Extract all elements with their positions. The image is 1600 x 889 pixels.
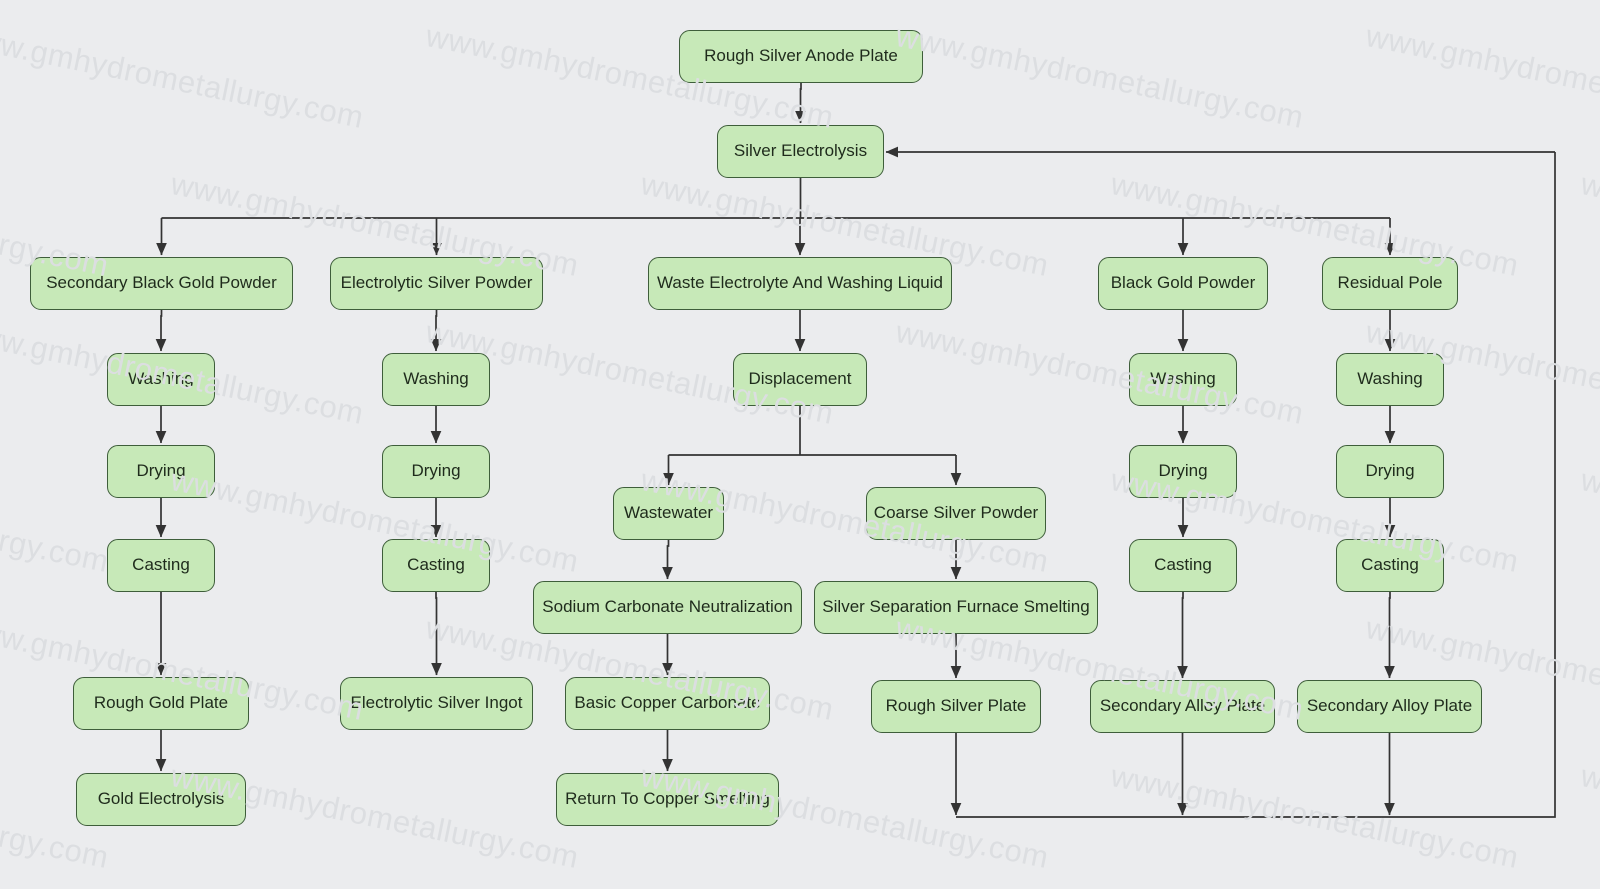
- node-casting_3[interactable]: Casting: [1129, 539, 1237, 592]
- node-rough_silver_plate[interactable]: Rough Silver Plate: [871, 680, 1041, 733]
- node-label: Secondary Black Gold Powder: [46, 274, 277, 293]
- node-label: Washing: [1357, 370, 1423, 389]
- node-label: Silver Electrolysis: [734, 142, 867, 161]
- node-label: Drying: [411, 462, 460, 481]
- node-waste_electrolyte_and_washing_liquid[interactable]: Waste Electrolyte And Washing Liquid: [648, 257, 952, 310]
- node-label: Secondary Alloy Plate: [1307, 697, 1472, 716]
- node-label: Silver Separation Furnace Smelting: [822, 598, 1089, 617]
- node-electrolytic_silver_ingot[interactable]: Electrolytic Silver Ingot: [340, 677, 533, 730]
- node-sodium_carbonate_neutralization[interactable]: Sodium Carbonate Neutralization: [533, 581, 802, 634]
- node-label: Washing: [128, 370, 194, 389]
- node-rough_gold_plate[interactable]: Rough Gold Plate: [73, 677, 249, 730]
- node-washing_2[interactable]: Washing: [382, 353, 490, 406]
- node-label: Drying: [1158, 462, 1207, 481]
- node-rough_silver_anode_plate[interactable]: Rough Silver Anode Plate: [679, 30, 923, 83]
- node-washing_1[interactable]: Washing: [107, 353, 215, 406]
- node-return_to_copper_smelting[interactable]: Return To Copper Smelting: [556, 773, 779, 826]
- node-electrolytic_silver_powder[interactable]: Electrolytic Silver Powder: [330, 257, 543, 310]
- node-label: Casting: [1154, 556, 1212, 575]
- node-label: Secondary Alloy Plate: [1100, 697, 1265, 716]
- node-silver_electrolysis[interactable]: Silver Electrolysis: [717, 125, 884, 178]
- node-label: Waste Electrolyte And Washing Liquid: [657, 274, 943, 293]
- node-label: Coarse Silver Powder: [874, 504, 1038, 523]
- node-wastewater[interactable]: Wastewater: [613, 487, 724, 540]
- node-label: Washing: [1150, 370, 1216, 389]
- edge-electrolytic_silver_powder-to-washing_2: [436, 310, 437, 351]
- node-label: Gold Electrolysis: [98, 790, 225, 809]
- node-label: Basic Copper Carbonate: [574, 694, 760, 713]
- node-casting_2[interactable]: Casting: [382, 539, 490, 592]
- node-drying_2[interactable]: Drying: [382, 445, 490, 498]
- node-drying_4[interactable]: Drying: [1336, 445, 1444, 498]
- node-label: Drying: [136, 462, 185, 481]
- node-label: Casting: [132, 556, 190, 575]
- node-washing_3[interactable]: Washing: [1129, 353, 1237, 406]
- node-displacement[interactable]: Displacement: [733, 353, 867, 406]
- node-residual_pole[interactable]: Residual Pole: [1322, 257, 1458, 310]
- node-basic_copper_carbonate[interactable]: Basic Copper Carbonate: [565, 677, 770, 730]
- node-label: Wastewater: [624, 504, 713, 523]
- node-secondary_alloy_plate_1[interactable]: Secondary Alloy Plate: [1090, 680, 1275, 733]
- node-silver_separation_furnace_smelting[interactable]: Silver Separation Furnace Smelting: [814, 581, 1098, 634]
- node-coarse_silver_powder[interactable]: Coarse Silver Powder: [866, 487, 1046, 540]
- edge-wastewater-to-sodium_carbonate_neutralization: [668, 540, 669, 579]
- node-secondary_alloy_plate_2[interactable]: Secondary Alloy Plate: [1297, 680, 1482, 733]
- edge-casting_3-to-secondary_alloy_plate_1: [1183, 592, 1184, 678]
- node-label: Rough Silver Anode Plate: [704, 47, 898, 66]
- node-gold_electrolysis[interactable]: Gold Electrolysis: [76, 773, 246, 826]
- node-drying_3[interactable]: Drying: [1129, 445, 1237, 498]
- node-label: Washing: [403, 370, 469, 389]
- node-black_gold_powder[interactable]: Black Gold Powder: [1098, 257, 1268, 310]
- edge-casting_2-to-electrolytic_silver_ingot: [436, 592, 437, 675]
- node-label: Rough Gold Plate: [94, 694, 228, 713]
- node-label: Drying: [1365, 462, 1414, 481]
- node-label: Rough Silver Plate: [886, 697, 1027, 716]
- node-casting_1[interactable]: Casting: [107, 539, 215, 592]
- node-label: Return To Copper Smelting: [565, 790, 770, 809]
- node-casting_4[interactable]: Casting: [1336, 539, 1444, 592]
- edge-casting_4-to-secondary_alloy_plate_2: [1390, 592, 1391, 678]
- node-label: Casting: [407, 556, 465, 575]
- node-secondary_black_gold_powder[interactable]: Secondary Black Gold Powder: [30, 257, 293, 310]
- node-label: Black Gold Powder: [1111, 274, 1256, 293]
- node-drying_1[interactable]: Drying: [107, 445, 215, 498]
- node-label: Electrolytic Silver Ingot: [351, 694, 523, 713]
- node-label: Electrolytic Silver Powder: [341, 274, 533, 293]
- edge-secondary_black_gold_powder-to-washing_1: [161, 310, 162, 351]
- node-label: Displacement: [749, 370, 852, 389]
- node-washing_4[interactable]: Washing: [1336, 353, 1444, 406]
- flowchart-canvas: Rough Silver Anode Plate Silver Electroly…: [0, 0, 1600, 889]
- node-label: Casting: [1361, 556, 1419, 575]
- node-label: Residual Pole: [1338, 274, 1443, 293]
- node-label: Sodium Carbonate Neutralization: [542, 598, 792, 617]
- edge-rough_silver_anode_plate-to-silver_electrolysis: [801, 83, 802, 123]
